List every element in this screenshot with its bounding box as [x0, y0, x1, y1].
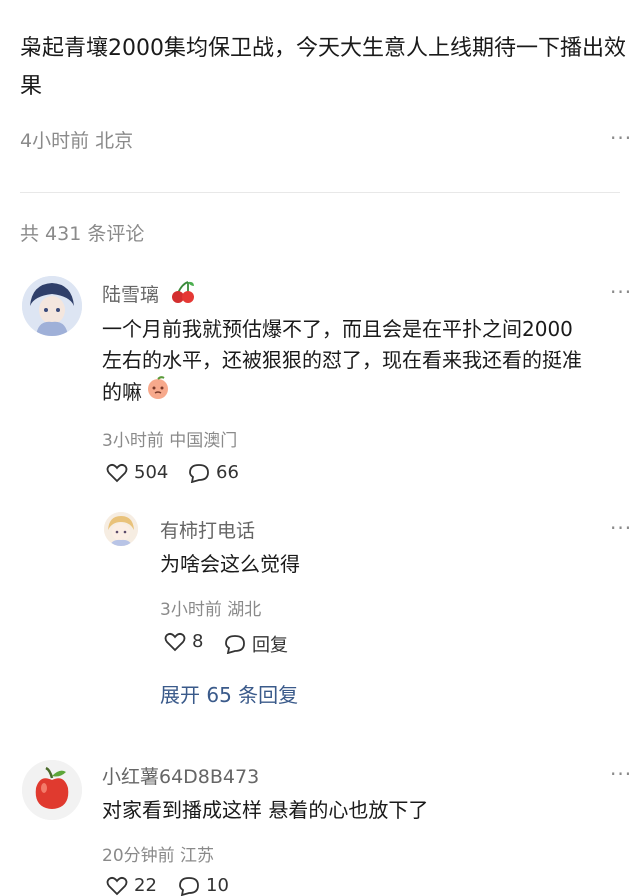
- avatar[interactable]: [22, 276, 82, 336]
- expand-replies-button[interactable]: 展开 65 条回复: [160, 679, 298, 708]
- comment-content: 对家看到播成这样 悬着的心也放下了: [102, 798, 429, 822]
- comment-line-text: 的嘛: [102, 380, 142, 404]
- heart-icon: [106, 876, 128, 896]
- reply-meta: 3小时前 湖北: [160, 595, 261, 620]
- reply-reply-button[interactable]: 回复: [224, 631, 288, 657]
- cherry-icon: [170, 280, 196, 304]
- reply-reply-label: 回复: [252, 635, 288, 656]
- comment-bubble-icon: [188, 463, 210, 483]
- comment-location: 中国澳门: [169, 431, 238, 451]
- reply-count: 10: [206, 875, 229, 896]
- reply-author[interactable]: 有柿打电话: [160, 516, 255, 543]
- post-time: 4小时前: [20, 130, 90, 152]
- reply-count: 66: [216, 462, 239, 483]
- comment-content: 一个月前我就预估爆不了，而且会是在平扑之间2000 左右的水平，还被狠狠的怼了，…: [102, 314, 632, 409]
- reply-time: 3小时前: [160, 600, 222, 620]
- comment-author[interactable]: 小红薯64D8B473: [102, 762, 259, 789]
- reply-location: 湖北: [227, 600, 262, 620]
- post-more-button[interactable]: ···: [610, 126, 632, 150]
- like-button[interactable]: 22: [106, 875, 157, 896]
- reply-like-button[interactable]: 8: [164, 631, 203, 652]
- avatar[interactable]: [104, 512, 138, 546]
- reply-content: 为啥会这么觉得: [160, 552, 300, 576]
- comment-bubble-icon: [178, 876, 200, 896]
- comment-meta: 3小时前 中国澳门: [102, 426, 237, 451]
- heart-icon: [164, 632, 186, 652]
- post-title: 枭起青壤2000集均保卫战，今天大生意人上线期待一下播出效果: [20, 36, 626, 99]
- like-button[interactable]: 504: [106, 462, 168, 483]
- post-location: 北京: [95, 130, 134, 152]
- comment-line: 的嘛: [102, 376, 632, 409]
- comment-line: 一个月前我就预估爆不了，而且会是在平扑之间2000: [102, 317, 573, 341]
- like-count: 22: [134, 875, 157, 896]
- reply-button[interactable]: 10: [178, 875, 229, 896]
- reply-more-button[interactable]: ···: [610, 516, 632, 540]
- peach-face-emoji: [146, 376, 170, 409]
- comment-time: 20分钟前: [102, 846, 175, 866]
- reply-like-count: 8: [192, 631, 204, 652]
- reply-button[interactable]: 66: [188, 462, 239, 483]
- comment-more-button[interactable]: ···: [610, 280, 632, 304]
- comments-count: 共 431 条评论: [20, 223, 145, 245]
- comment-location: 江苏: [180, 846, 215, 866]
- comment-time: 3小时前: [102, 431, 164, 451]
- comment-meta: 20分钟前 江苏: [102, 841, 214, 866]
- like-count: 504: [134, 462, 169, 483]
- comment-line: 左右的水平，还被狠狠的怼了，现在看来我还看的挺准: [102, 348, 582, 372]
- post-meta: 4小时前 北京: [20, 126, 133, 153]
- avatar[interactable]: [22, 760, 82, 820]
- heart-icon: [106, 463, 128, 483]
- comment-author[interactable]: 陆雪璃: [102, 280, 159, 307]
- comment-more-button[interactable]: ···: [610, 762, 632, 786]
- comment-bubble-icon: [224, 634, 246, 654]
- divider: [20, 192, 620, 193]
